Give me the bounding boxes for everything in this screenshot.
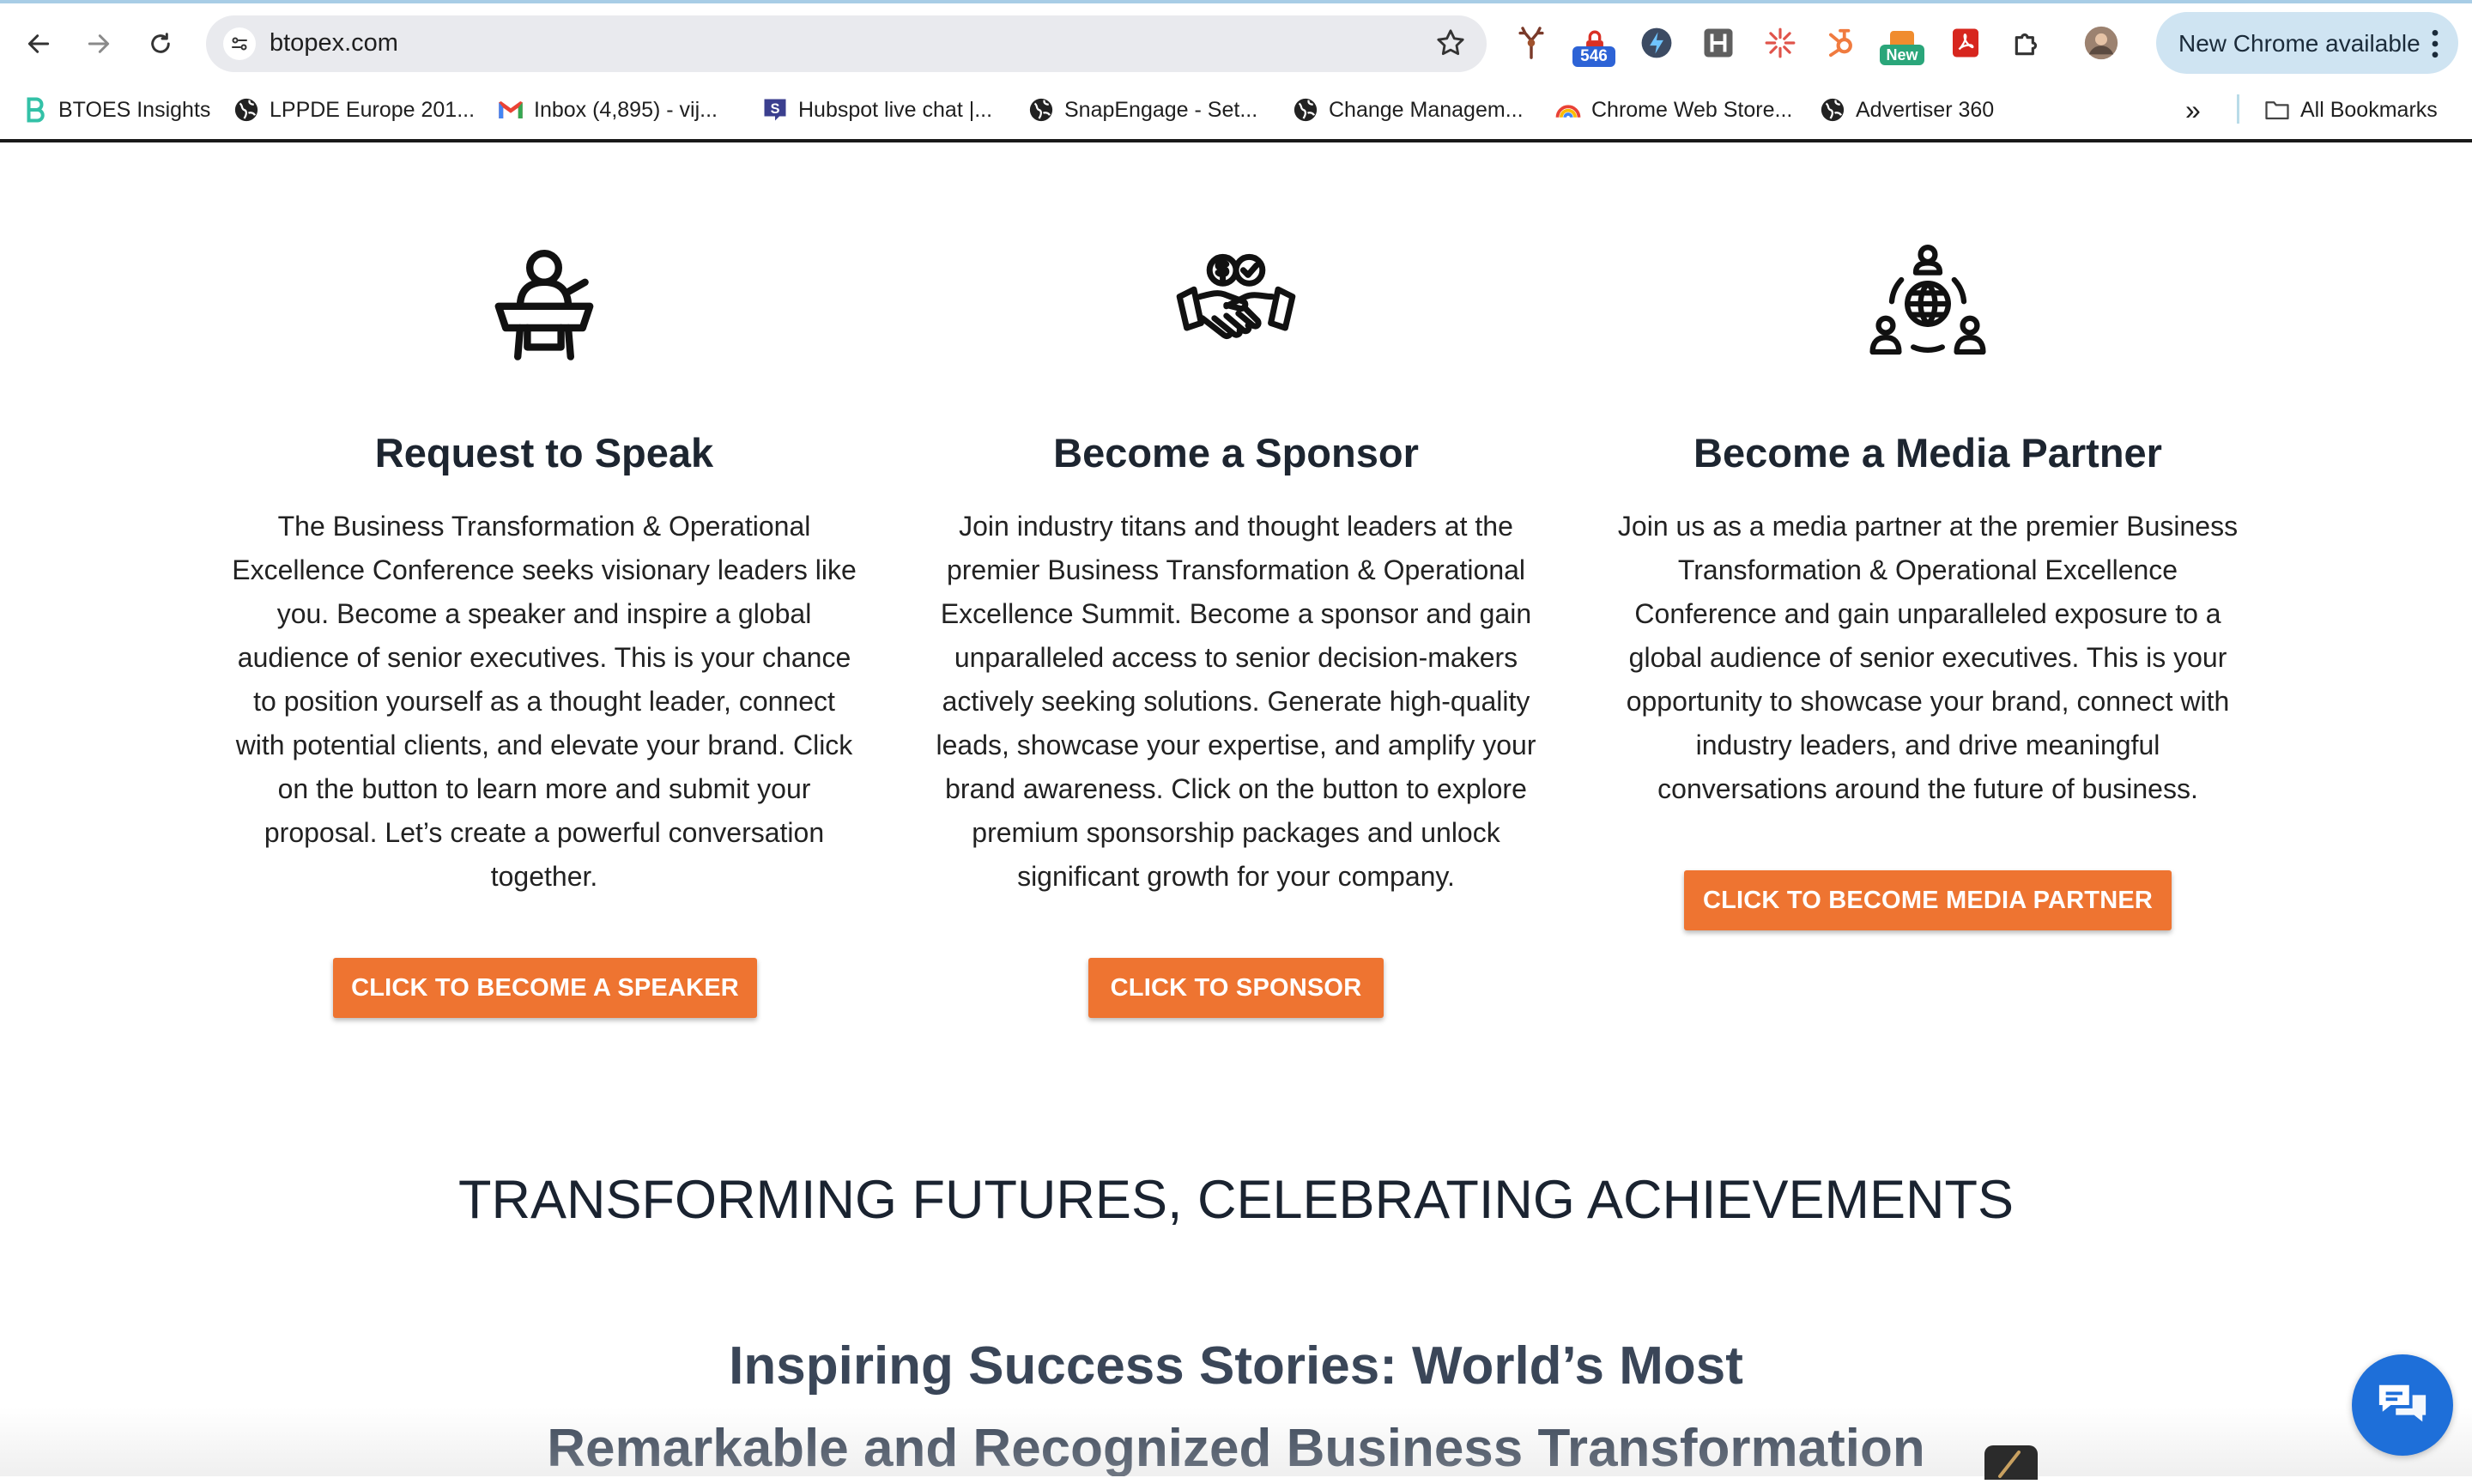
bookmark-star-icon[interactable] bbox=[1433, 26, 1468, 64]
become-media-partner-button[interactable]: CLICK TO BECOME MEDIA PARTNER bbox=[1684, 870, 2172, 930]
update-label: New Chrome available bbox=[2178, 30, 2420, 57]
success-stories-heading-line1: Inspiring Success Stories: World’s Most bbox=[729, 1336, 1743, 1396]
success-stories-heading-line2: Remarkable and Recognized Business Trans… bbox=[547, 1419, 1925, 1476]
lock-counter-extension-icon[interactable]: 546 bbox=[1572, 22, 1615, 67]
card-description: The Business Transformation & Operationa… bbox=[232, 511, 857, 892]
back-button[interactable] bbox=[17, 22, 60, 65]
bookmark-item[interactable]: BTOES Insights bbox=[22, 96, 210, 124]
card-description: Join industry titans and thought leaders… bbox=[936, 511, 1536, 892]
bookmarks-bar: BTOES Insights LPPDE Europe 201... Inbox… bbox=[0, 77, 2472, 139]
bookmark-item[interactable]: Advertiser 360 bbox=[1820, 96, 1994, 124]
reload-icon bbox=[151, 33, 170, 53]
handshake-money-icon bbox=[1176, 253, 1296, 340]
counter-badge: 546 bbox=[1572, 46, 1615, 67]
bookmark-item[interactable]: S Hubspot live chat |... bbox=[762, 96, 992, 124]
browser-toolbar: btopex.com 546 New New Chrome available bbox=[0, 3, 2472, 77]
globe-icon bbox=[1820, 97, 1845, 123]
globe-network-people-icon bbox=[1869, 245, 1986, 355]
forward-button[interactable] bbox=[77, 22, 120, 65]
globe-icon bbox=[1293, 97, 1318, 123]
bookmark-item[interactable]: Inbox (4,895) - vij... bbox=[498, 96, 718, 124]
card-description: Join us as a media partner at the premie… bbox=[1617, 511, 2239, 804]
s-logo-icon: S bbox=[762, 97, 788, 123]
card-title: Become a Sponsor bbox=[1053, 430, 1419, 475]
bookmarks-divider bbox=[2237, 94, 2239, 124]
chat-bubbles-icon bbox=[2378, 1384, 2427, 1422]
card-title: Request to Speak bbox=[374, 430, 714, 475]
globe-icon bbox=[1028, 97, 1054, 123]
bookmark-item[interactable]: Change Managem... bbox=[1293, 96, 1524, 124]
profile-avatar-icon[interactable] bbox=[2081, 22, 2122, 64]
bookmark-item[interactable]: SnapEngage - Set... bbox=[1028, 96, 1257, 124]
reload-button[interactable] bbox=[139, 22, 182, 65]
speaker-podium-icon bbox=[494, 250, 594, 360]
site-settings-icon[interactable] bbox=[223, 27, 256, 60]
gmail-icon bbox=[498, 97, 524, 123]
bookmark-item[interactable]: LPPDE Europe 201... bbox=[233, 96, 475, 124]
rainbow-icon bbox=[1555, 97, 1581, 123]
globe-icon bbox=[233, 97, 259, 123]
folder-icon bbox=[2264, 97, 2290, 123]
kebab-menu-icon[interactable] bbox=[2431, 29, 2439, 58]
back-arrow-icon bbox=[27, 34, 50, 53]
floating-widget-icon[interactable] bbox=[1984, 1445, 2038, 1480]
bolt-extension-icon[interactable] bbox=[1636, 22, 1677, 64]
section-headline: TRANSFORMING FUTURES, CELEBRATING ACHIEV… bbox=[457, 1170, 2015, 1230]
new-badge: New bbox=[1880, 45, 1924, 65]
page-viewport: Request to Speak The Business Transforma… bbox=[0, 142, 2472, 1476]
new-chrome-available-button[interactable]: New Chrome available bbox=[2156, 12, 2458, 74]
svg-text:S: S bbox=[771, 101, 780, 117]
h-extension-icon[interactable] bbox=[1698, 22, 1739, 64]
hubspot-extension-icon[interactable] bbox=[1820, 22, 1861, 64]
card-title: Become a Media Partner bbox=[1693, 430, 2162, 475]
address-bar[interactable]: btopex.com bbox=[206, 15, 1487, 72]
more-bookmarks-button[interactable]: » bbox=[2185, 94, 2201, 125]
new-extension-icon[interactable]: New bbox=[1880, 22, 1924, 65]
puzzle-extensions-icon[interactable] bbox=[2007, 22, 2048, 64]
pdf-extension-icon[interactable] bbox=[1945, 22, 1986, 64]
sparkle-extension-icon[interactable] bbox=[1760, 22, 1801, 64]
url-text[interactable]: btopex.com bbox=[270, 29, 398, 58]
deer-extension-icon[interactable] bbox=[1511, 22, 1552, 64]
live-chat-button[interactable] bbox=[2352, 1354, 2453, 1456]
btoes-logo-icon bbox=[22, 97, 48, 123]
bookmark-item[interactable]: Chrome Web Store... bbox=[1555, 96, 1792, 124]
forward-arrow-icon bbox=[88, 34, 110, 53]
all-bookmarks-button[interactable]: All Bookmarks bbox=[2264, 96, 2438, 124]
sponsor-button[interactable]: CLICK TO SPONSOR bbox=[1088, 958, 1384, 1018]
become-speaker-button[interactable]: CLICK TO BECOME A SPEAKER bbox=[333, 958, 757, 1018]
